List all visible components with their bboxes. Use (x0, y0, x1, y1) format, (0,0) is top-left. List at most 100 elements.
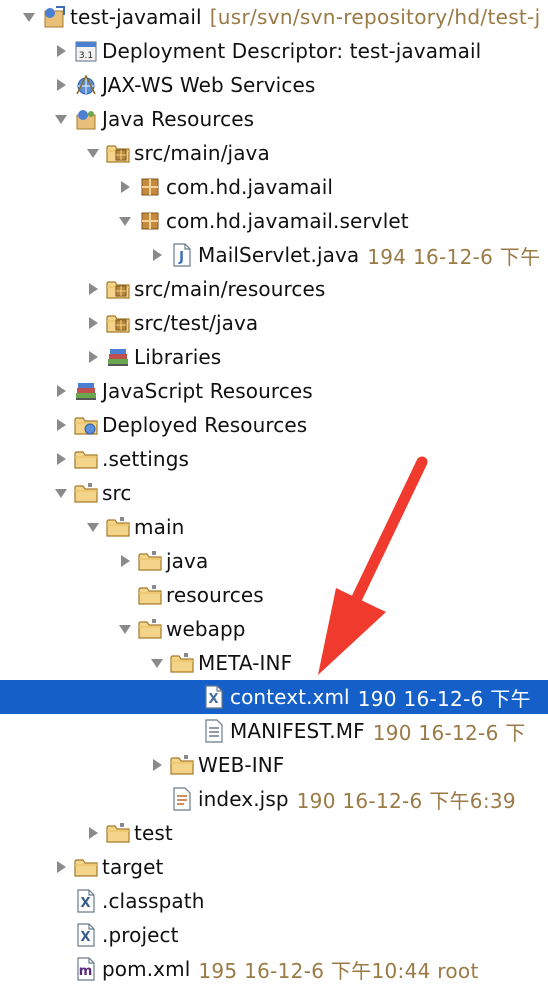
tree-item-label: Deployment Descriptor: test-javamail (102, 39, 482, 63)
collapsed-triangle-icon[interactable] (52, 68, 70, 102)
tree-item-resources[interactable]: resources (0, 578, 548, 612)
svg-text:X: X (208, 692, 218, 707)
source-folder-icon (106, 275, 130, 303)
collapsed-triangle-icon[interactable] (84, 306, 102, 340)
tree-item-context-xml[interactable]: Xcontext.xml 190 16-12-6 下午 (0, 680, 548, 714)
expanded-triangle-icon[interactable] (20, 0, 38, 34)
tree-item-label: MANIFEST.MF (230, 719, 365, 743)
svn-folder-icon (138, 581, 162, 609)
svn-decoration: 194 16-12-6 下午 (367, 244, 541, 269)
tree-indent (0, 850, 70, 884)
tree-item-java-resources[interactable]: Java Resources (0, 102, 548, 136)
svg-text:3.1: 3.1 (79, 51, 93, 61)
collapsed-triangle-icon[interactable] (84, 816, 102, 850)
project-icon (42, 3, 66, 31)
expanded-triangle-icon[interactable] (116, 204, 134, 238)
tree-item-com-hd-javamail[interactable]: com.hd.javamail (0, 170, 548, 204)
tree-item-src-main-java[interactable]: src/main/java (0, 136, 548, 170)
deployed-folder-icon (74, 411, 98, 439)
tree-indent (0, 0, 38, 34)
tree-indent (0, 476, 70, 510)
svn-folder-icon (106, 513, 130, 541)
tree-item-meta-inf[interactable]: META-INF (0, 646, 548, 680)
tree-item-label: WEB-INF (198, 753, 285, 777)
svn-decoration: 195 16-12-6 下午10:44 root (198, 958, 479, 983)
tree-item-label: Java Resources (102, 107, 255, 131)
tree-item-index-jsp[interactable]: index.jsp 190 16-12-6 下午6:39 (0, 782, 548, 816)
svn-folder-icon (138, 615, 162, 643)
tree-indent (0, 544, 134, 578)
svg-text:J: J (178, 250, 184, 265)
tree-item-classpath[interactable]: X .classpath (0, 884, 548, 918)
expanded-triangle-icon[interactable] (52, 476, 70, 510)
collapsed-triangle-icon[interactable] (116, 544, 134, 578)
collapsed-triangle-icon[interactable] (84, 340, 102, 374)
tree-item-project[interactable]: X .project (0, 918, 548, 952)
collapsed-triangle-icon[interactable] (148, 238, 166, 272)
collapsed-triangle-icon[interactable] (84, 272, 102, 306)
expanded-triangle-icon[interactable] (84, 510, 102, 544)
tree-item-src-test-java[interactable]: src/test/java (0, 306, 548, 340)
toggle-spacer (180, 714, 198, 748)
tree-item-manifest-mf[interactable]: MANIFEST.MF 190 16-12-6 下 (0, 714, 548, 748)
tree-indent (0, 238, 166, 272)
package-icon (138, 173, 162, 201)
tree-item-test[interactable]: test (0, 816, 548, 850)
tree-item-pom-xml[interactable]: m pom.xml 195 16-12-6 下午10:44 root (0, 952, 548, 986)
web-services-icon (74, 71, 98, 99)
tree-item-com-hd-javamail-servlet[interactable]: com.hd.javamail.servlet (0, 204, 548, 238)
tree-indent (0, 442, 70, 476)
java-resources-icon (74, 105, 98, 133)
tree-item-libraries[interactable]: Libraries (0, 340, 548, 374)
expanded-triangle-icon[interactable] (52, 102, 70, 136)
tree-indent (0, 884, 70, 918)
tree-item-main[interactable]: main (0, 510, 548, 544)
svn-folder-icon (170, 751, 194, 779)
tree-item-src[interactable]: src (0, 476, 548, 510)
tree-item-settings[interactable]: .settings (0, 442, 548, 476)
expanded-triangle-icon[interactable] (148, 646, 166, 680)
tree-item-test-javamail[interactable]: test-javamail [usr/svn/svn-repository/hd/… (0, 0, 548, 34)
collapsed-triangle-icon[interactable] (116, 170, 134, 204)
tree-item-java[interactable]: java (0, 544, 548, 578)
expanded-triangle-icon[interactable] (84, 136, 102, 170)
tree-item-jax-ws-web-services[interactable]: JAX-WS Web Services (0, 68, 548, 102)
collapsed-triangle-icon[interactable] (52, 34, 70, 68)
jsp-file-icon (170, 785, 194, 813)
tree-item-javascript-resources[interactable]: JavaScript Resources (0, 374, 548, 408)
libraries-icon (106, 343, 130, 371)
tree-item-label: .project (102, 923, 179, 947)
tree-item-label: resources (166, 583, 264, 607)
tree-item-label: Libraries (134, 345, 222, 369)
tree-item-webapp[interactable]: webapp (0, 612, 548, 646)
tree-item-target[interactable]: target (0, 850, 548, 884)
tree-indent (0, 34, 70, 68)
svn-folder-icon (170, 649, 194, 677)
tree-item-deployed-resources[interactable]: Deployed Resources (0, 408, 548, 442)
project-explorer-tree: test-javamail [usr/svn/svn-repository/hd/… (0, 0, 548, 986)
x-file-icon: X (74, 921, 98, 949)
collapsed-triangle-icon[interactable] (52, 374, 70, 408)
toggle-spacer (180, 680, 198, 714)
svn-decoration: 190 16-12-6 下 (372, 720, 526, 745)
tree-item-src-main-resources[interactable]: src/main/resources (0, 272, 548, 306)
toggle-spacer (52, 918, 70, 952)
collapsed-triangle-icon[interactable] (52, 408, 70, 442)
tree-item-deployment-descriptor-test-javamail[interactable]: 3.1 Deployment Descriptor: test-javamail (0, 34, 548, 68)
tree-indent (0, 374, 70, 408)
deployment-descriptor-icon: 3.1 (74, 37, 98, 65)
svg-text:X: X (80, 930, 90, 945)
collapsed-triangle-icon[interactable] (52, 442, 70, 476)
tree-item-label: MailServlet.java (198, 243, 360, 267)
tree-item-web-inf[interactable]: WEB-INF (0, 748, 548, 782)
tree-indent (0, 408, 70, 442)
svn-folder-icon (74, 479, 98, 507)
tree-item-label: src/test/java (134, 311, 259, 335)
tree-item-label: test-javamail (70, 5, 202, 29)
tree-indent (0, 204, 134, 238)
expanded-triangle-icon[interactable] (116, 612, 134, 646)
collapsed-triangle-icon[interactable] (52, 850, 70, 884)
tree-item-label: main (134, 515, 185, 539)
collapsed-triangle-icon[interactable] (148, 748, 166, 782)
tree-item-mailservlet-java[interactable]: J MailServlet.java 194 16-12-6 下午 (0, 238, 548, 272)
